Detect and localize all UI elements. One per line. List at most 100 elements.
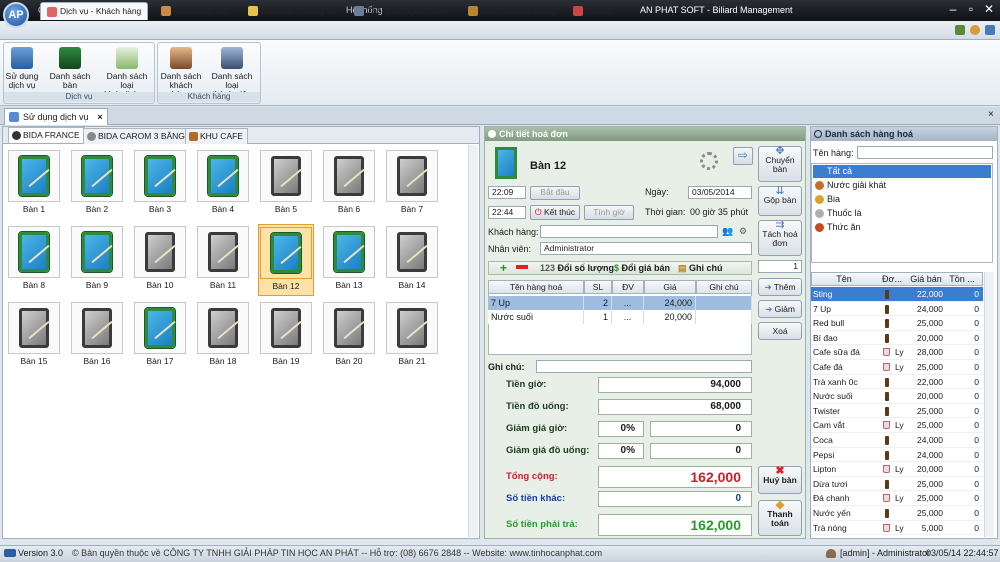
end-button[interactable]: ⏻ Kết thúc	[530, 205, 580, 220]
category-item[interactable]: Thuốc lá	[813, 207, 991, 220]
time-discount-percent[interactable]: 0%	[598, 421, 644, 437]
table-tile[interactable]: Bàn 3	[132, 148, 188, 220]
user-icon[interactable]	[970, 25, 980, 35]
table-tile[interactable]: Bàn 10	[132, 224, 188, 296]
merge-table-button[interactable]: ⇊ Gộp bàn	[758, 186, 802, 216]
split-invoice-button[interactable]: ⇉ Tách hoá đơn	[758, 220, 802, 256]
goods-row[interactable]: Cafe sữa đá Ly 28,000 0	[811, 345, 983, 360]
column-header[interactable]: Giá	[644, 280, 696, 294]
table-tile[interactable]: Bàn 21	[384, 300, 440, 372]
table-tile[interactable]: Bàn 13	[321, 224, 377, 296]
staff-select[interactable]: Administrator	[540, 242, 752, 255]
note-button[interactable]: ▤ Ghi chú	[678, 263, 723, 274]
goods-row[interactable]: Dừa tươi 25,000 0	[811, 477, 983, 492]
goods-scrollbar[interactable]	[984, 272, 994, 537]
minimize-icon[interactable]: –	[944, 1, 962, 17]
drink-discount-percent[interactable]: 0%	[598, 443, 644, 459]
reduce-item-button[interactable]: ➜ Giảm	[758, 300, 802, 318]
delete-item-button[interactable]: Xoá	[758, 322, 802, 340]
table-tile[interactable]: Bàn 11	[195, 224, 251, 296]
table-tile[interactable]: Bàn 9	[69, 224, 125, 296]
table-list-button[interactable]: Danh sách bàn	[42, 45, 98, 90]
table-tile[interactable]: Bàn 4	[195, 148, 251, 220]
goods-row[interactable]: Lipton Ly 20,000 0	[811, 462, 983, 477]
area-tab-cafe[interactable]: KHU CAFE	[185, 128, 248, 144]
column-header[interactable]: Tồn ...	[944, 273, 980, 285]
calc-time-button[interactable]: Tính giờ	[584, 205, 634, 220]
change-qty-button[interactable]: 123 Đổi số lượng	[540, 263, 614, 273]
drink-discount-value[interactable]: 0	[650, 443, 752, 459]
maximize-icon[interactable]: ▫	[962, 1, 980, 17]
home-icon[interactable]	[955, 25, 965, 35]
goods-row[interactable]: Trà nóng Ly 5,000 0	[811, 521, 983, 536]
goods-row[interactable]: Twister 25,000 0	[811, 404, 983, 419]
customer-list-button[interactable]: Danh sách khách hàng	[160, 45, 202, 99]
document-tab[interactable]: Sử dụng dịch vụ ×	[4, 108, 108, 125]
remove-icon[interactable]	[516, 265, 528, 269]
goods-row[interactable]: Bí đao 20,000 0	[811, 331, 983, 346]
menu-tab-settings[interactable]: Cài đặt	[567, 3, 619, 19]
time-discount-value[interactable]: 0	[650, 421, 752, 437]
table-tile[interactable]: Bàn 15	[6, 300, 62, 372]
quantity-stepper[interactable]: 1	[758, 260, 802, 273]
end-time-input[interactable]: 22:44	[488, 206, 526, 219]
table-tile[interactable]: Bàn 8	[6, 224, 62, 296]
change-price-button[interactable]: $ Đổi giá bán	[614, 263, 670, 273]
table-tile[interactable]: Bàn 12	[258, 224, 314, 296]
menu-tab-service[interactable]: Dịch vụ - Khách hàng	[40, 2, 149, 20]
note-input[interactable]	[536, 360, 752, 373]
close-tab-icon[interactable]: ×	[97, 109, 102, 125]
area-tab-bida-carom[interactable]: BIDA CAROM 3 BĂNG	[83, 128, 190, 144]
goods-row[interactable]: Trà xanh 0c 22,000 0	[811, 375, 983, 390]
use-service-button[interactable]: Sử dụng dịch vụ	[5, 45, 39, 90]
goods-row[interactable]: Cam vắt Ly 25,000 0	[811, 418, 983, 433]
column-header[interactable]: Tên	[812, 273, 876, 285]
other-amount-value[interactable]: 0	[598, 491, 752, 507]
column-header[interactable]: Ghi chú	[696, 280, 752, 294]
table-tile[interactable]: Bàn 19	[258, 300, 314, 372]
goods-row[interactable]: Pepsi 24,000 0	[811, 448, 983, 463]
service-type-list-button[interactable]: Danh sách loại hình dịch vụ	[100, 45, 154, 99]
goods-row[interactable]: Sting 22,000 0	[811, 287, 983, 302]
menu-tab-inventory[interactable]: Kho hàng hoá	[155, 3, 233, 19]
table-tile[interactable]: Bàn 16	[69, 300, 125, 372]
checkout-button[interactable]: ◆ Thanh toán	[758, 500, 802, 536]
close-document-icon[interactable]: ×	[988, 109, 994, 120]
table-tile[interactable]: Bàn 14	[384, 224, 440, 296]
table-tile[interactable]: Bàn 2	[69, 148, 125, 220]
column-header[interactable]: Giá bán	[908, 273, 944, 285]
customer-search-icon[interactable]: 👥	[722, 226, 733, 237]
menu-tab-catalog[interactable]: Danh mục hệ thống	[462, 3, 561, 19]
goods-row[interactable]: 7 Up 24,000 0	[811, 302, 983, 317]
goods-row[interactable]: Red bull 25,000 0	[811, 316, 983, 331]
menu-tab-reports[interactable]: Báo cáo - Thống kê	[242, 3, 341, 19]
table-tile[interactable]: Bàn 18	[195, 300, 251, 372]
table-tile[interactable]: Bàn 6	[321, 148, 377, 220]
date-input[interactable]: 03/05/2014	[688, 186, 752, 199]
transfer-table-button[interactable]: ✥ Chuyển bàn	[758, 146, 802, 182]
add-item-button[interactable]: ➜ Thêm	[758, 278, 802, 296]
category-item[interactable]: Bia	[813, 193, 991, 206]
table-tile[interactable]: Bàn 7	[384, 148, 440, 220]
goods-row[interactable]: Coca 24,000 0	[811, 433, 983, 448]
area-tab-bida-france[interactable]: BIDA FRANCE	[8, 127, 85, 143]
goods-row[interactable]: Nước yến 25,000 0	[811, 506, 983, 521]
column-header[interactable]: SL	[584, 280, 612, 294]
member-type-list-button[interactable]: Danh sách loại thành viên	[204, 45, 260, 99]
column-header[interactable]: Tên hàng hoá	[488, 280, 584, 294]
arrow-right-icon[interactable]: ⇨	[733, 147, 753, 165]
column-header[interactable]: Đơ...	[876, 273, 908, 285]
table-tile[interactable]: Bàn 20	[321, 300, 377, 372]
customer-options-icon[interactable]: ⚙	[739, 226, 747, 237]
add-icon[interactable]: +	[500, 261, 507, 275]
menu-tab-user-info[interactable]: Thông tin người dùng	[348, 3, 455, 19]
cancel-table-button[interactable]: ✖ Huỷ bàn	[758, 466, 802, 494]
category-item[interactable]: Thức ăn	[813, 221, 991, 234]
start-button[interactable]: Bắt đầu	[530, 186, 580, 200]
table-tile[interactable]: Bàn 5	[258, 148, 314, 220]
goods-row[interactable]: Đá chanh Ly 25,000 0	[811, 491, 983, 506]
vertical-scrollbar[interactable]	[468, 145, 478, 537]
goods-row[interactable]: Cafe đá Ly 25,000 0	[811, 360, 983, 375]
category-item[interactable]: Tất cả	[813, 165, 991, 178]
table-tile[interactable]: Bàn 1	[6, 148, 62, 220]
